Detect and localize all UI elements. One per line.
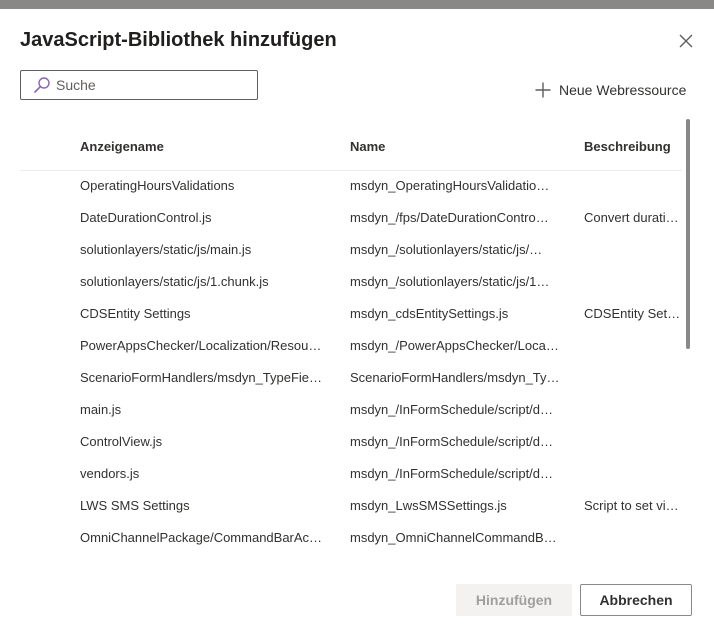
cell-description: CDSEntity Sett… <box>584 306 682 321</box>
cell-display-name: vendors.js <box>80 466 140 481</box>
search-icon <box>33 76 51 94</box>
column-header-description[interactable]: Beschreibung <box>584 139 682 154</box>
cell-name: msdyn_OperatingHoursValidatio… <box>350 178 550 193</box>
cell-display-name: CDSEntity Settings <box>80 306 191 321</box>
cell-name: msdyn_/solutionlayers/static/js/… <box>350 242 543 257</box>
cell-description: Script to set vi… <box>584 498 679 513</box>
new-web-resource-button[interactable]: Neue Webressource <box>534 81 686 99</box>
table-header: Anzeigename Name Beschreibung <box>20 127 682 171</box>
cell-name: msdyn_cdsEntitySettings.js <box>350 306 509 321</box>
scrollbar-thumb[interactable] <box>686 119 690 349</box>
new-web-resource-label: Neue Webressource <box>559 82 687 98</box>
table-row[interactable]: solutionlayers/static/js/main.js msdyn_/… <box>20 234 682 266</box>
table-row[interactable]: CDSEntity Settings msdyn_cdsEntitySettin… <box>20 298 682 330</box>
table-row[interactable]: PowerAppsChecker/Localization/Resou… msd… <box>20 330 682 362</box>
dialog-title: JavaScript-Bibliothek hinzufügen <box>20 29 337 51</box>
table-row[interactable]: OmniChannelPackage/CommandBarAc… msdyn_O… <box>20 522 682 554</box>
table-row[interactable]: LWS SMS Settings msdyn_LwsSMSSettings.js… <box>20 490 682 522</box>
cell-name: msdyn_OmniChannelCommandB… <box>350 530 557 545</box>
cell-name: msdyn_/InFormSchedule/script/d… <box>350 466 554 481</box>
table-row[interactable]: ScenarioFormHandlers/msdyn_TypeFie… Scen… <box>20 362 682 394</box>
add-library-dialog: JavaScript-Bibliothek hinzufügen Neue We… <box>0 9 714 629</box>
cell-display-name: OmniChannelPackage/CommandBarAc… <box>80 530 323 545</box>
cell-display-name: ScenarioFormHandlers/msdyn_TypeFie… <box>80 370 323 385</box>
cell-display-name: solutionlayers/static/js/main.js <box>80 242 252 257</box>
cell-name: ScenarioFormHandlers/msdyn_Ty… <box>350 370 560 385</box>
table-row[interactable]: ControlView.js msdyn_/InFormSchedule/scr… <box>20 426 682 458</box>
cell-name: msdyn_/InFormSchedule/script/d… <box>350 402 554 417</box>
search-input[interactable] <box>56 77 246 93</box>
cell-name: msdyn_/solutionlayers/static/js/1… <box>350 274 550 289</box>
cell-display-name: LWS SMS Settings <box>80 498 190 513</box>
cell-display-name: DateDurationControl.js <box>80 210 212 225</box>
table-row[interactable]: OperatingHoursValidations msdyn_Operatin… <box>20 170 682 202</box>
cell-display-name: solutionlayers/static/js/1.chunk.js <box>80 274 269 289</box>
cell-name: msdyn_LwsSMSSettings.js <box>350 498 507 513</box>
close-button[interactable] <box>672 29 700 53</box>
background-overlay <box>0 0 714 9</box>
plus-icon <box>534 81 552 99</box>
library-table: Anzeigename Name Beschreibung OperatingH… <box>20 127 682 561</box>
cell-display-name: PowerAppsChecker/Localization/Resou… <box>80 338 322 353</box>
cell-display-name: ControlView.js <box>80 434 163 449</box>
cell-display-name: main.js <box>80 402 122 417</box>
column-header-name[interactable]: Name <box>350 139 564 154</box>
cell-description: Convert durati… <box>584 210 679 225</box>
table-row[interactable]: solutionlayers/static/js/1.chunk.js msdy… <box>20 266 682 298</box>
column-header-display-name[interactable]: Anzeigename <box>80 139 335 154</box>
close-icon <box>679 34 693 48</box>
table-row[interactable]: DateDurationControl.js msdyn_/fps/DateDu… <box>20 202 682 234</box>
table-row[interactable]: vendors.js msdyn_/InFormSchedule/script/… <box>20 458 682 490</box>
cell-display-name: OperatingHoursValidations <box>80 178 235 193</box>
add-button[interactable]: Hinzufügen <box>456 584 572 616</box>
cell-name: msdyn_/InFormSchedule/script/d… <box>350 434 554 449</box>
cell-name: msdyn_/PowerAppsChecker/Loca… <box>350 338 559 353</box>
cell-name: msdyn_/fps/DateDurationContro… <box>350 210 549 225</box>
search-box[interactable] <box>20 70 258 100</box>
cancel-button[interactable]: Abbrechen <box>580 584 692 616</box>
table-row[interactable]: main.js msdyn_/InFormSchedule/script/d… <box>20 394 682 426</box>
